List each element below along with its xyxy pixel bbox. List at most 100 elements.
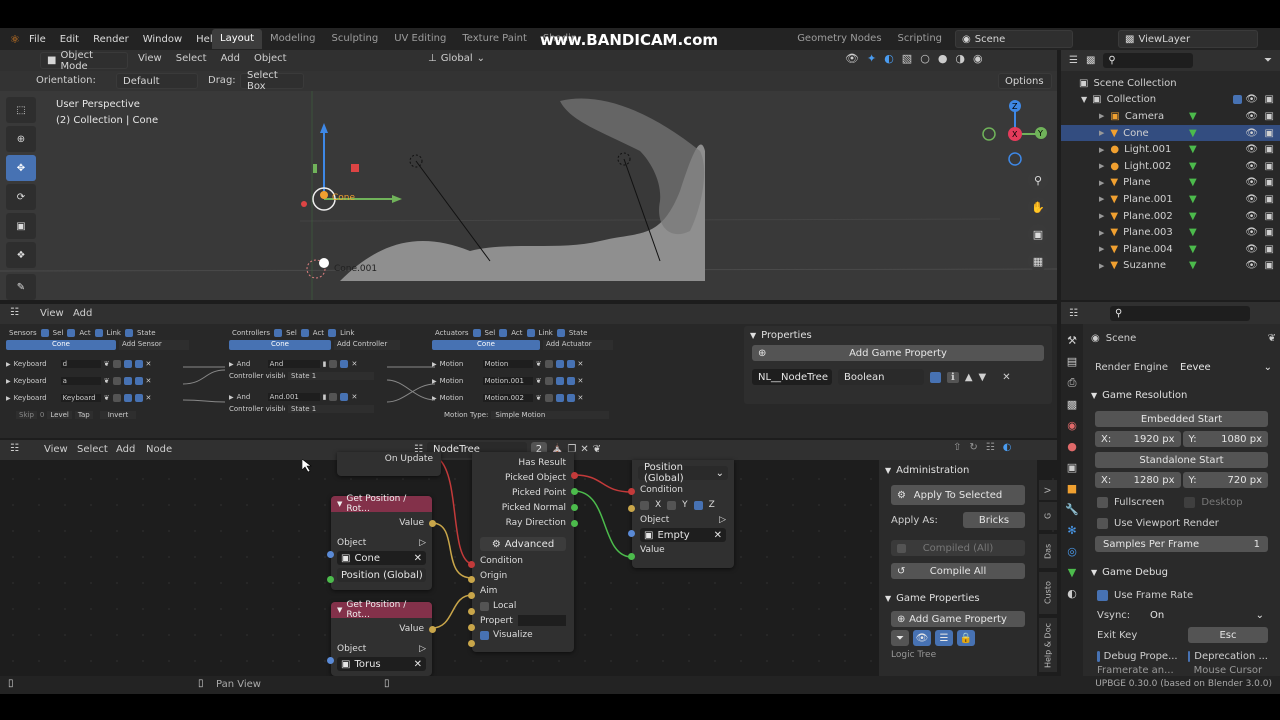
actuator-brick[interactable]: ▶ Motion Motion.002 ❦ ✕: [432, 392, 616, 404]
view-layer-tab-icon[interactable]: ▩: [1067, 398, 1077, 411]
display-mode-icon[interactable]: ▩: [1086, 55, 1095, 66]
tab-layout[interactable]: Layout: [212, 29, 262, 49]
eye-icon[interactable]: 👁: [1245, 177, 1258, 188]
camera-render-icon[interactable]: ▣: [1265, 94, 1274, 105]
sidebar-tab[interactable]: Das: [1039, 534, 1057, 568]
compile-all-button[interactable]: ↺ Compile All: [891, 563, 1025, 579]
property-socket[interactable]: [468, 624, 475, 631]
state-checkbox[interactable]: [124, 328, 133, 337]
node-menu-select[interactable]: Select: [77, 444, 108, 455]
viewport-render-checkbox[interactable]: [1097, 517, 1108, 529]
visualize-checkbox[interactable]: [480, 630, 489, 640]
embedded-start-button[interactable]: Embedded Start: [1095, 411, 1268, 427]
remove-icon[interactable]: ✕: [578, 377, 584, 385]
tap-button[interactable]: Tap: [74, 411, 93, 419]
outliner-item[interactable]: ▶ ▼ Plane ▼ 👁 ▣: [1061, 175, 1280, 192]
actuator-brick[interactable]: ▶ Motion Motion.001 ❦ ✕: [432, 375, 616, 387]
data-tab-icon[interactable]: ▼: [1068, 566, 1076, 579]
link-checkbox[interactable]: [94, 328, 103, 337]
active-checkbox[interactable]: [555, 360, 564, 368]
standalone-y-field[interactable]: Y: 720 px: [1182, 472, 1268, 488]
xray-icon[interactable]: ▧: [902, 52, 912, 65]
sel-checkbox[interactable]: [40, 328, 49, 337]
tab-geometry-nodes[interactable]: Geometry Nodes: [789, 29, 889, 49]
picked-object-socket[interactable]: [571, 472, 578, 479]
expand-icon[interactable]: ▶: [1099, 212, 1104, 220]
overlay-toggle-icon[interactable]: ◐: [1003, 442, 1012, 453]
apply-as-dropdown[interactable]: Bricks: [963, 512, 1025, 528]
property-name-input[interactable]: NL__NodeTree: [752, 369, 832, 385]
editor-type-icon[interactable]: ☷: [10, 307, 19, 318]
ortho-grid-icon[interactable]: ▦: [1028, 251, 1048, 271]
add-sensor-dropdown[interactable]: Add Sensor: [119, 340, 189, 350]
tool-tab-icon[interactable]: ⚒: [1067, 334, 1077, 347]
visibility-icon[interactable]: 👁: [845, 52, 859, 65]
motion-type-dropdown[interactable]: Simple Motion: [491, 411, 610, 419]
picked-point-socket[interactable]: [571, 488, 578, 495]
tab-modeling[interactable]: Modeling: [262, 29, 324, 49]
collection-tab-icon[interactable]: ▣: [1067, 461, 1077, 474]
data-icon[interactable]: ▼: [1189, 211, 1197, 222]
show-checkbox[interactable]: [134, 394, 143, 402]
node-title-bar[interactable]: ▼ Get Position / Rot...: [331, 600, 432, 620]
info-icon[interactable]: ℹ: [947, 371, 959, 383]
aim-socket[interactable]: [468, 592, 475, 599]
data-icon[interactable]: ▼: [1189, 128, 1197, 139]
gizmo-toggle-icon[interactable]: ✦: [867, 52, 876, 65]
object-mode-dropdown[interactable]: ■ Object Mode: [40, 50, 128, 72]
game-properties-header[interactable]: ▼ Game Properties: [879, 579, 1037, 608]
eye-icon[interactable]: 👁: [1245, 111, 1258, 122]
object-field[interactable]: ▣ Torus ✕: [337, 657, 426, 671]
show-checkbox[interactable]: [566, 360, 575, 368]
outliner-item[interactable]: ▶ ▼ Plane.001 ▼ 👁 ▣: [1061, 191, 1280, 208]
cone-origin-icon[interactable]: [320, 191, 328, 199]
properties-search-input[interactable]: ⚲: [1109, 305, 1250, 321]
expand-icon[interactable]: ▶: [1099, 162, 1104, 170]
sel-checkbox[interactable]: [274, 328, 283, 337]
skip-field[interactable]: Skip: [16, 411, 37, 419]
expand-icon[interactable]: ▶: [1099, 146, 1104, 154]
data-icon[interactable]: ▼: [1189, 244, 1197, 255]
sensor-type[interactable]: Keyboard: [14, 377, 58, 385]
sensor-type[interactable]: Keyboard: [14, 394, 58, 402]
eye-icon[interactable]: 👁: [1245, 194, 1258, 205]
gizmo-neg-y-icon[interactable]: [982, 127, 996, 141]
unlink-icon[interactable]: ✕: [580, 444, 588, 455]
expand-icon[interactable]: ▶: [1099, 262, 1104, 270]
sel-checkbox[interactable]: [472, 328, 481, 337]
local-socket[interactable]: [468, 608, 475, 615]
sensor-brick[interactable]: ▶ Keyboard a ❦ ✕: [6, 375, 192, 387]
parent-node-icon[interactable]: ⇧: [953, 442, 961, 453]
node-menu-node[interactable]: Node: [146, 444, 172, 455]
apply-to-selected-button[interactable]: ⚙ Apply To Selected: [891, 485, 1025, 505]
deprecation-checkbox[interactable]: [1187, 650, 1191, 662]
add-actuator-dropdown[interactable]: Add Actuator: [543, 340, 613, 350]
move-down-icon[interactable]: ▼: [979, 372, 987, 383]
value-socket[interactable]: [628, 553, 635, 560]
expand-icon[interactable]: ▶: [1099, 112, 1104, 120]
actuator-name-input[interactable]: Motion.002: [482, 394, 533, 402]
sensor-name-input[interactable]: d: [60, 360, 101, 368]
show-checkbox[interactable]: [134, 360, 143, 368]
set-position-node[interactable]: Position (Global) ⌄ Condition X Y Z Objec…: [628, 460, 734, 568]
actuator-brick[interactable]: ▶ Motion Motion ❦ ✕: [432, 358, 616, 370]
clear-icon[interactable]: ✕: [714, 530, 722, 541]
collection-checkbox[interactable]: [1233, 95, 1242, 105]
data-icon[interactable]: ▼: [1189, 260, 1197, 271]
camera-render-icon[interactable]: ▣: [1265, 244, 1274, 255]
node-menu-view[interactable]: View: [44, 444, 68, 455]
vp-menu-select[interactable]: Select: [176, 53, 207, 64]
property-type-dropdown[interactable]: Boolean: [838, 369, 924, 385]
object-field[interactable]: ▣ Cone ✕: [337, 551, 426, 565]
filter-icon[interactable]: ⏷: [1264, 55, 1272, 66]
remove-icon[interactable]: ✕: [146, 394, 152, 402]
wireframe-shading-icon[interactable]: ○: [920, 52, 930, 65]
modifier-tab-icon[interactable]: 🔧: [1065, 503, 1079, 516]
vp-menu-object[interactable]: Object: [254, 53, 287, 64]
object-socket[interactable]: [327, 551, 334, 558]
outliner-item[interactable]: ▶ ● Light.001 ▼ 👁 ▣: [1061, 141, 1280, 158]
link-checkbox[interactable]: [526, 328, 535, 337]
visualize-socket[interactable]: [468, 640, 475, 647]
show-checkbox[interactable]: [134, 377, 143, 385]
up-down-icon[interactable]: [112, 377, 121, 385]
